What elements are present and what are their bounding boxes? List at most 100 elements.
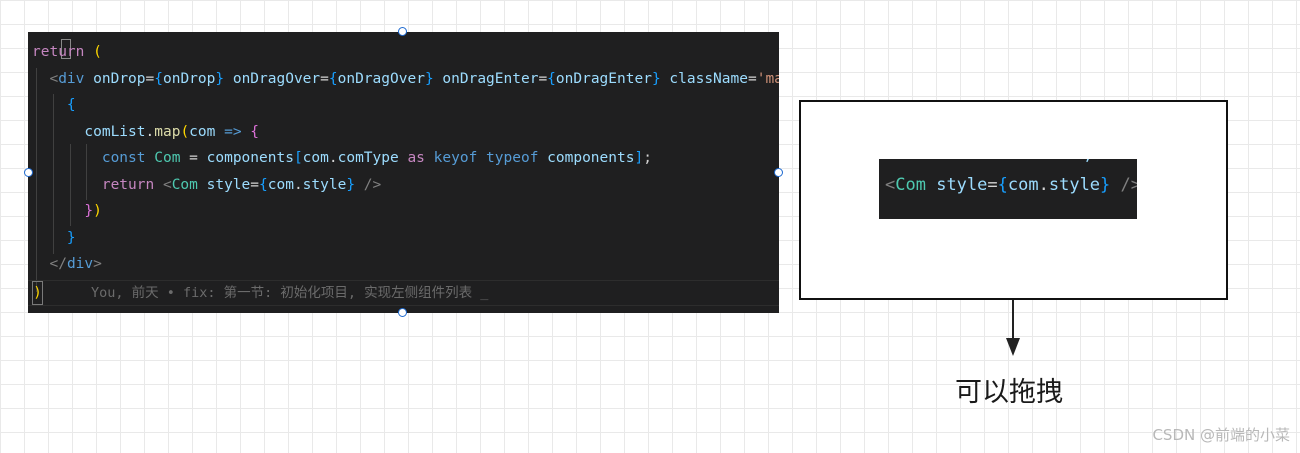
code-token: </ (49, 256, 67, 272)
code-token: [ (293, 150, 303, 166)
code-token: typeof (486, 150, 548, 166)
code-token: ; (643, 150, 652, 166)
code-token: ) (93, 203, 102, 219)
snippet-code-line: <Com style={com.style} /> (885, 172, 1137, 198)
code-token: Com (154, 150, 190, 166)
code-line: </div> (32, 251, 102, 277)
code-token: /> (363, 177, 382, 193)
code-token: return (32, 44, 94, 60)
code-token: com (1007, 175, 1039, 195)
code-token: } (1100, 175, 1121, 195)
code-token: = (987, 175, 998, 195)
resize-handle-right[interactable] (774, 168, 783, 177)
code-token: ] (634, 150, 644, 166)
code-token: return (101, 177, 163, 193)
code-token: style (206, 177, 251, 193)
code-token: < (885, 175, 896, 195)
code-token: < (49, 71, 59, 87)
code-token: keyof (433, 150, 487, 166)
code-token: } (84, 203, 94, 219)
code-line: <div onDrop={onDrop} onDragOver={onDragO… (32, 66, 779, 92)
code-token: . (1038, 175, 1049, 195)
draggable-label[interactable]: 可以拖拽 (955, 370, 1063, 409)
code-line: const Com = components[com.comType as ke… (32, 145, 652, 171)
code-token: { (154, 71, 163, 87)
resize-handle-left[interactable] (24, 168, 33, 177)
resize-handle-top[interactable] (398, 27, 407, 36)
code-token: style (936, 175, 988, 195)
code-token: Com (895, 175, 937, 195)
git-blame-annotation: You, 前天 • fix: 第一节: 初始化项目, 实现左侧组件列表 _ (91, 285, 489, 301)
code-token: comList (84, 124, 146, 140)
code-token: ( (93, 44, 102, 60)
code-line: return <Com style={com.style} /> (32, 172, 381, 198)
code-token: } (651, 71, 670, 87)
code-token: onDragEnter (555, 71, 652, 87)
code-token: Com (171, 177, 207, 193)
code-token: div (58, 71, 94, 87)
watermark: CSDN @前端的小菜 (1152, 426, 1290, 444)
code-token: = (145, 71, 155, 87)
code-token: } (424, 71, 443, 87)
code-screenshot[interactable]: return ( <div onDrop={onDrop} onDragOver… (28, 32, 779, 313)
code-token: onDragOver (232, 71, 321, 87)
code-token: = (250, 177, 259, 193)
code-token: { (66, 97, 76, 113)
code-token: > (93, 256, 102, 272)
code-line: comList.map(com => { (32, 119, 259, 145)
code-token: < (162, 177, 172, 193)
code-token: { (259, 177, 268, 193)
git-blame-line: ) You, 前天 • fix: 第一节: 初始化项目, 实现左侧组件列表 _ (28, 280, 779, 306)
code-line: } (32, 225, 76, 251)
code-token: onDragOver (337, 71, 425, 87)
code-token: . (293, 177, 303, 193)
code-token: = (538, 71, 548, 87)
code-token: comType (337, 150, 408, 166)
code-line: { (32, 92, 76, 118)
code-token: . (145, 124, 155, 140)
code-token: map (154, 124, 181, 140)
snippet-cropped-line: , (957, 159, 1092, 164)
code-token: onDragEnter (442, 71, 539, 87)
code-token: { (250, 124, 260, 140)
code-token: com (189, 124, 225, 140)
code-token: = (747, 71, 757, 87)
code-token: com (267, 177, 294, 193)
code-token: } (215, 71, 233, 87)
resize-handle-bottom[interactable] (398, 308, 407, 317)
code-token: { (547, 71, 556, 87)
code-token: 'mainCom' (756, 71, 779, 87)
code-token: = (189, 150, 207, 166)
code-token: div (66, 256, 94, 272)
arrow-shaft[interactable] (1012, 300, 1014, 340)
code-token: => (224, 124, 251, 140)
code-line: }) (32, 198, 102, 224)
code-token: { (997, 175, 1008, 195)
code-token: } (66, 230, 76, 246)
code-token: const (101, 150, 155, 166)
code-token: className (669, 71, 748, 87)
arrow-head-icon (1006, 338, 1020, 356)
code-token: onDrop (93, 71, 146, 87)
code-token: { (328, 71, 338, 87)
closing-paren: ) (32, 281, 43, 305)
code-token: ( (180, 124, 190, 140)
code-token: as (407, 150, 434, 166)
code-token: style (302, 177, 347, 193)
code-token: . (328, 150, 338, 166)
code-token: /> (1120, 175, 1137, 195)
code-token: components (206, 150, 294, 166)
code-token: com (302, 150, 329, 166)
code-token: components (547, 150, 635, 166)
code-token: onDrop (162, 71, 216, 87)
code-snippet-image[interactable]: , <Com style={com.style} /> (879, 159, 1137, 219)
code-token: = (320, 71, 329, 87)
